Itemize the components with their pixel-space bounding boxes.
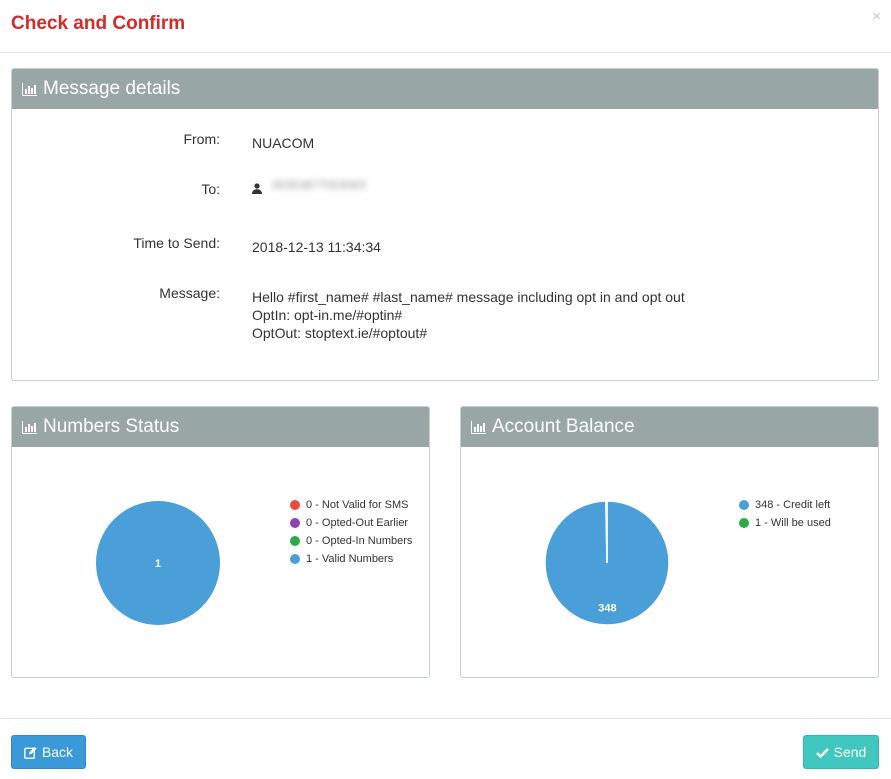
legend-dot <box>739 518 749 528</box>
send-button[interactable]: Send <box>803 735 879 769</box>
account-balance-title: Account Balance <box>492 416 635 437</box>
time-value: 2018-12-13 11:34:34 <box>252 239 381 255</box>
legend-label: 0 - Opted-Out Earlier <box>306 517 409 529</box>
close-icon[interactable]: × <box>872 8 881 25</box>
legend-item[interactable]: 0 - Not Valid for SMS <box>290 496 412 514</box>
legend-dot <box>290 554 300 564</box>
numbers-pie-chart: 1 <box>95 500 221 631</box>
modal-footer: Back Send <box>0 718 891 779</box>
legend-item[interactable]: 348 - Credit left <box>739 496 831 514</box>
from-label: From: <box>183 131 220 147</box>
pie-slice-label: 1 <box>155 558 161 570</box>
numbers-status-panel: Numbers Status 1 0 - Not Valid for SMS 0 … <box>11 406 430 678</box>
pie-slice-label: 348 <box>598 603 616 615</box>
legend-item[interactable]: 0 - Opted-In Numbers <box>290 532 412 550</box>
bar-chart-icon <box>471 420 486 434</box>
message-details-panel: Message details From: NUACOM To: 0035387… <box>11 68 879 381</box>
edit-icon <box>24 746 37 759</box>
message-label: Message: <box>159 285 220 301</box>
back-button-label: Back <box>41 744 74 760</box>
legend-dot <box>290 500 300 510</box>
legend-label: 1 - Will be used <box>755 517 831 529</box>
modal-header: Check and Confirm × <box>0 0 891 53</box>
legend-label: 0 - Not Valid for SMS <box>306 499 409 511</box>
to-label: To: <box>201 181 220 197</box>
numbers-legend: 0 - Not Valid for SMS 0 - Opted-Out Earli… <box>290 496 412 568</box>
legend-dot <box>290 536 300 546</box>
message-line: OptOut: stoptext.ie/#optout# <box>252 325 428 341</box>
legend-item[interactable]: 1 - Valid Numbers <box>290 550 412 568</box>
legend-label: 348 - Credit left <box>755 499 831 511</box>
legend-item[interactable]: 0 - Opted-Out Earlier <box>290 514 412 532</box>
legend-dot <box>290 518 300 528</box>
message-details-title: Message details <box>43 78 181 99</box>
numbers-pie-svg: 1 <box>96 501 220 625</box>
balance-pie-svg: 348 <box>544 500 670 626</box>
numbers-status-header: Numbers Status <box>12 407 429 447</box>
modal-title: Check and Confirm <box>11 13 186 34</box>
numbers-status-title: Numbers Status <box>43 416 180 437</box>
message-line: Hello #first_name# #last_name# message i… <box>252 289 685 305</box>
legend-label: 1 - Valid Numbers <box>306 553 394 565</box>
time-label: Time to Send: <box>133 235 220 251</box>
to-value: 00353877053063 <box>252 175 365 194</box>
legend-item[interactable]: 1 - Will be used <box>739 514 831 532</box>
legend-dot <box>739 500 749 510</box>
send-button-label: Send <box>833 744 867 760</box>
bar-chart-icon <box>22 82 37 96</box>
balance-legend: 348 - Credit left 1 - Will be used <box>739 496 831 532</box>
legend-label: 0 - Opted-In Numbers <box>306 535 413 547</box>
user-icon <box>252 180 262 194</box>
from-value: NUACOM <box>252 135 315 151</box>
back-button[interactable]: Back <box>11 735 86 769</box>
check-icon <box>815 746 829 759</box>
recipient-number: 00353877053063 <box>272 178 366 193</box>
account-balance-header: Account Balance <box>461 407 878 447</box>
account-balance-panel: Account Balance 348 348 - Credit left 1 -… <box>460 406 879 678</box>
message-line: OptIn: opt-in.me/#optin# <box>252 307 403 323</box>
bar-chart-icon <box>22 420 37 434</box>
message-body: Hello #first_name# #last_name# message i… <box>252 288 685 342</box>
balance-pie-chart: 348 <box>544 500 670 631</box>
message-details-header: Message details <box>12 69 878 109</box>
